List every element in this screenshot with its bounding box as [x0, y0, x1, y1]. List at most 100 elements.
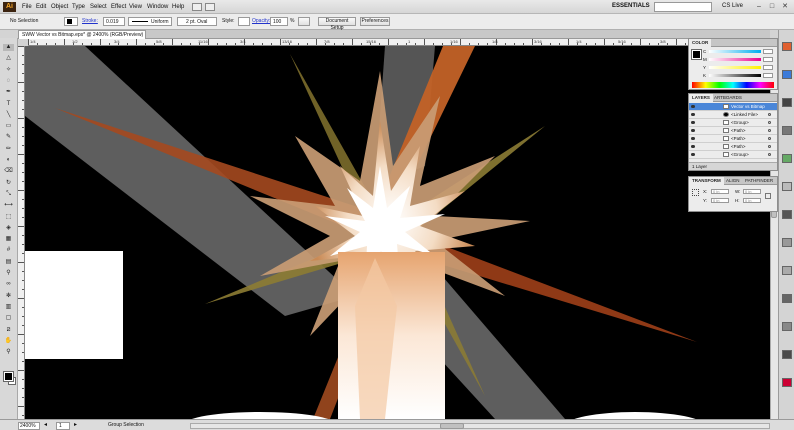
target-circle-icon[interactable] [768, 145, 771, 148]
line-tool-icon[interactable]: ╲ [3, 112, 14, 119]
fill-swatch[interactable] [3, 371, 14, 382]
help-search-input[interactable] [654, 2, 712, 12]
menu-help[interactable]: Help [172, 3, 184, 11]
visibility-eye-icon[interactable] [691, 113, 695, 116]
artboard-number[interactable]: 1 [56, 422, 70, 430]
cyan-value[interactable] [763, 49, 773, 54]
selection-tool-icon[interactable]: ▲ [3, 44, 14, 51]
h-input[interactable]: 0 in [743, 198, 761, 203]
graphic-style-dropdown[interactable] [238, 17, 250, 26]
opacity-input[interactable]: 100 [270, 17, 288, 26]
blend-tool-icon[interactable]: ∞ [3, 281, 14, 288]
y-input[interactable]: 0 in [711, 198, 729, 203]
hand-tool-icon[interactable]: ✋ [3, 338, 14, 345]
yellow-value[interactable] [763, 65, 773, 70]
scale-tool-icon[interactable]: ⤡ [3, 191, 14, 198]
visibility-eye-icon[interactable] [691, 105, 695, 108]
target-circle-icon[interactable] [768, 129, 771, 132]
visibility-eye-icon[interactable] [691, 121, 695, 124]
color-spectrum[interactable] [692, 82, 774, 88]
tab-align[interactable]: ALIGN [723, 177, 743, 185]
visibility-eye-icon[interactable] [691, 137, 695, 140]
graphic-styles-icon[interactable] [782, 154, 792, 163]
magenta-slider[interactable] [709, 58, 761, 61]
bridge-icon[interactable] [192, 3, 202, 11]
brush-definition-dropdown[interactable]: 2 pt. Oval [177, 17, 217, 26]
eyedropper-tool-icon[interactable]: ⚲ [3, 270, 14, 277]
fill-color-dropdown[interactable] [64, 17, 78, 26]
tab-layers[interactable]: LAYERS [689, 94, 713, 102]
yellow-slider[interactable] [709, 66, 761, 69]
tab-transform[interactable]: TRANSFORM [689, 177, 724, 185]
visibility-eye-icon[interactable] [691, 145, 695, 148]
paintbrush-tool-icon[interactable]: ✎ [3, 134, 14, 141]
align-icon[interactable] [782, 294, 792, 303]
cyan-slider[interactable] [709, 50, 761, 53]
tab-pathfinder[interactable]: PATHFINDER [742, 177, 776, 185]
info-icon[interactable] [782, 350, 792, 359]
free-transform-tool-icon[interactable]: ⬚ [3, 214, 14, 221]
target-circle-icon[interactable] [768, 137, 771, 140]
x-input[interactable]: 0 in [711, 189, 729, 194]
gradient-icon[interactable] [782, 238, 792, 247]
layer-row[interactable]: <Group> [689, 151, 777, 159]
close-icon[interactable]: ✕ [780, 2, 790, 12]
gradient-tool-icon[interactable]: ▤ [3, 259, 14, 266]
color-guide-icon[interactable] [782, 42, 792, 51]
target-circle-icon[interactable] [768, 153, 771, 156]
type-tool-icon[interactable]: T [3, 101, 14, 108]
eraser-tool-icon[interactable]: ⌫ [3, 168, 14, 175]
symbol-sprayer-tool-icon[interactable]: ✻ [3, 293, 14, 300]
target-circle-icon[interactable] [768, 113, 771, 116]
swatches-icon[interactable] [782, 70, 792, 79]
target-circle-icon[interactable] [768, 121, 771, 124]
tab-color[interactable]: COLOR [689, 39, 712, 47]
horizontal-ruler[interactable]: 1/4 1/2 3/4 5/8 11/16 3/4 13/16 7/8 15/16 1 1/16 1/… [28, 39, 770, 46]
constrain-link-icon[interactable] [765, 193, 771, 199]
magic-wand-tool-icon[interactable]: ✧ [3, 67, 14, 74]
visibility-eye-icon[interactable] [691, 129, 695, 132]
vertical-ruler[interactable] [18, 46, 25, 419]
rectangle-tool-icon[interactable]: ▭ [3, 123, 14, 130]
tab-artboards[interactable]: ARTBOARDS [711, 94, 745, 102]
menu-select[interactable]: Select [90, 3, 107, 11]
pathfinder-icon[interactable] [782, 322, 792, 331]
shape-builder-tool-icon[interactable]: ◈ [3, 225, 14, 232]
perspective-grid-tool-icon[interactable]: ▦ [3, 236, 14, 243]
workspace-switcher[interactable]: ESSENTIALS [612, 3, 650, 9]
menu-type[interactable]: Type [72, 3, 85, 11]
rotate-tool-icon[interactable]: ↻ [3, 180, 14, 187]
stroke-label[interactable]: Stroke: [82, 18, 98, 25]
slice-tool-icon[interactable]: ⧄ [3, 327, 14, 334]
arrange-documents-icon[interactable] [205, 3, 215, 11]
layer-row[interactable]: <Path> [689, 135, 777, 143]
layer-row[interactable]: <Path> [689, 143, 777, 151]
variable-width-dropdown[interactable]: Uniform [128, 17, 172, 26]
cs-live-button[interactable]: CS Live [722, 3, 743, 9]
first-artboard-icon[interactable]: ◂ [44, 422, 52, 430]
layer-row[interactable]: <Path> [689, 127, 777, 135]
lasso-tool-icon[interactable]: ◌ [3, 78, 14, 85]
visibility-eye-icon[interactable] [691, 153, 695, 156]
artboard-tool-icon[interactable]: ▢ [3, 315, 14, 322]
document-setup-button[interactable]: Document Setup [318, 17, 356, 31]
horizontal-scrollbar[interactable] [190, 423, 770, 429]
menu-view[interactable]: View [129, 3, 142, 11]
width-tool-icon[interactable]: ⟷ [3, 202, 14, 209]
reference-point-icon[interactable] [692, 189, 699, 196]
blob-brush-tool-icon[interactable]: ◐ [3, 157, 14, 164]
layer-row[interactable]: <Linked File> [689, 111, 777, 119]
menu-window[interactable]: Window [147, 3, 168, 11]
menu-object[interactable]: Object [51, 3, 68, 11]
preferences-button[interactable]: Preferences [360, 17, 390, 26]
maximize-icon[interactable]: □ [767, 2, 777, 12]
navigator-icon[interactable] [782, 378, 792, 387]
pen-tool-icon[interactable]: ✒ [3, 89, 14, 96]
magenta-value[interactable] [763, 57, 773, 62]
appearance-icon[interactable] [782, 182, 792, 191]
pencil-tool-icon[interactable]: ✏ [3, 146, 14, 153]
artboard-canvas[interactable] [25, 46, 770, 419]
menu-edit[interactable]: Edit [36, 3, 46, 11]
direct-selection-tool-icon[interactable]: △ [3, 55, 14, 62]
horizontal-scrollbar-thumb[interactable] [440, 423, 464, 429]
